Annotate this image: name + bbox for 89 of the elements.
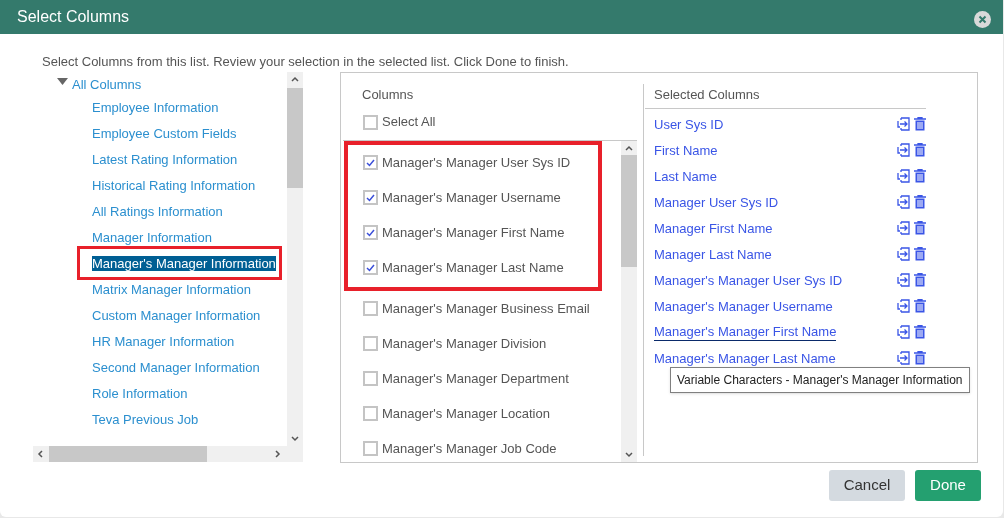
horizontal-scrollbar[interactable]	[33, 446, 303, 462]
scrollbar-thumb[interactable]	[49, 446, 207, 462]
checkbox-label[interactable]: Manager's Manager Username	[382, 187, 561, 208]
tree-item[interactable]: Employee Information	[92, 100, 219, 115]
tree-item[interactable]: Matrix Manager Information	[92, 282, 251, 297]
selected-column[interactable]: Manager's Manager Last Name	[654, 349, 836, 367]
trash-icon[interactable]	[914, 143, 926, 157]
move-icon[interactable]	[897, 299, 911, 313]
selected-column[interactable]: User Sys ID	[654, 115, 724, 133]
vertical-scrollbar[interactable]	[621, 141, 637, 462]
tree-item[interactable]: Employee Custom Fields	[92, 126, 237, 141]
scroll-down-icon[interactable]	[291, 436, 299, 442]
checkbox-label[interactable]: Manager's Manager Last Name	[382, 257, 564, 278]
tree-item[interactable]: Manager's Manager Information	[92, 256, 276, 271]
tree-item[interactable]: Manager Information	[92, 230, 212, 245]
check-icon	[366, 228, 375, 237]
tree-item[interactable]: Second Manager Information	[92, 360, 260, 375]
checkbox[interactable]	[363, 190, 378, 205]
instructions: Select Columns from this list. Review your selection in the selected list. Click Done to finish.	[42, 54, 570, 69]
checkbox[interactable]	[363, 114, 378, 130]
selected-column[interactable]: Manager First Name	[654, 219, 773, 237]
move-icon[interactable]	[897, 273, 911, 287]
tree-item[interactable]: Custom Manager Information	[92, 308, 261, 323]
checkbox-label[interactable]: Manager's Manager Location	[382, 403, 550, 424]
move-icon[interactable]	[897, 221, 911, 235]
checkbox-label[interactable]: Manager's Manager First Name	[382, 222, 565, 243]
scroll-left-icon[interactable]	[37, 450, 43, 458]
check-icon	[366, 263, 375, 272]
move-icon[interactable]	[897, 351, 911, 365]
checkbox[interactable]	[363, 155, 378, 170]
trash-icon[interactable]	[914, 273, 926, 287]
check-icon	[366, 193, 375, 202]
checkbox-label[interactable]: Manager's Manager Job Code	[382, 438, 557, 459]
trash-icon[interactable]	[914, 351, 926, 365]
scroll-right-icon[interactable]	[275, 450, 281, 458]
move-icon[interactable]	[897, 325, 911, 339]
selected-column[interactable]: Manager User Sys ID	[654, 193, 779, 211]
trash-icon[interactable]	[914, 221, 926, 235]
checkbox[interactable]	[363, 371, 378, 386]
checkbox[interactable]	[363, 406, 378, 421]
tooltip: Variable Characters - Manager's Manager Information	[670, 367, 970, 393]
move-icon[interactable]	[897, 169, 911, 183]
scroll-up-icon[interactable]	[625, 145, 633, 151]
checkbox-label[interactable]: Manager's Manager Department	[382, 368, 569, 389]
move-icon[interactable]	[897, 247, 911, 261]
scrollbar-thumb[interactable]	[287, 88, 303, 188]
checkbox-label[interactable]: Manager's Manager User Sys ID	[382, 152, 571, 173]
selected-column[interactable]: Manager Last Name	[654, 245, 772, 263]
tree-item[interactable]: HR Manager Information	[92, 334, 235, 349]
tree-item[interactable]: Latest Rating Information	[92, 152, 238, 167]
move-icon[interactable]	[897, 143, 911, 157]
close-icon[interactable]	[974, 10, 991, 28]
check-icon	[366, 158, 375, 167]
selected-column[interactable]: First Name	[654, 141, 718, 159]
cancel-button[interactable]: Cancel	[829, 470, 905, 501]
trash-icon[interactable]	[914, 169, 926, 183]
checkbox-label[interactable]: Select All	[382, 112, 436, 132]
scroll-down-icon[interactable]	[625, 452, 633, 458]
checkbox-label[interactable]: Manager's Manager Division	[382, 333, 547, 354]
checkbox-label[interactable]: Manager's Manager Business Email	[382, 298, 590, 319]
selected-column[interactable]: Last Name	[654, 167, 717, 185]
trash-icon[interactable]	[914, 299, 926, 313]
move-icon[interactable]	[897, 117, 911, 131]
tree-item[interactable]: Historical Rating Information	[92, 178, 256, 193]
scrollbar-thumb[interactable]	[621, 155, 637, 267]
selected-column[interactable]: Manager's Manager User Sys ID	[654, 271, 843, 289]
selected-column[interactable]: Manager's Manager First Name	[654, 323, 837, 341]
checkbox[interactable]	[363, 260, 378, 275]
section-heading: Selected Columns	[654, 87, 761, 103]
checkbox[interactable]	[363, 441, 378, 456]
checkbox[interactable]	[363, 225, 378, 240]
checkbox[interactable]	[363, 301, 378, 316]
tree-item[interactable]: Role Information	[92, 386, 188, 401]
expand-triangle-icon[interactable]	[57, 78, 68, 86]
tree-item[interactable]: All Ratings Information	[92, 204, 223, 219]
section-heading: Columns	[362, 87, 415, 103]
trash-icon[interactable]	[914, 325, 926, 339]
selected-column[interactable]: Manager's Manager Username	[654, 297, 833, 315]
done-button[interactable]: Done	[915, 470, 981, 501]
trash-icon[interactable]	[914, 247, 926, 261]
move-icon[interactable]	[897, 195, 911, 209]
trash-icon[interactable]	[914, 195, 926, 209]
trash-icon[interactable]	[914, 117, 926, 131]
tree-item[interactable]: All Columns	[72, 75, 142, 95]
window-title: Select Columns	[17, 7, 130, 27]
scroll-up-icon[interactable]	[291, 76, 299, 82]
tree-item[interactable]: Teva Previous Job	[92, 412, 199, 427]
checkbox[interactable]	[363, 336, 378, 351]
vertical-scrollbar[interactable]	[287, 72, 303, 446]
